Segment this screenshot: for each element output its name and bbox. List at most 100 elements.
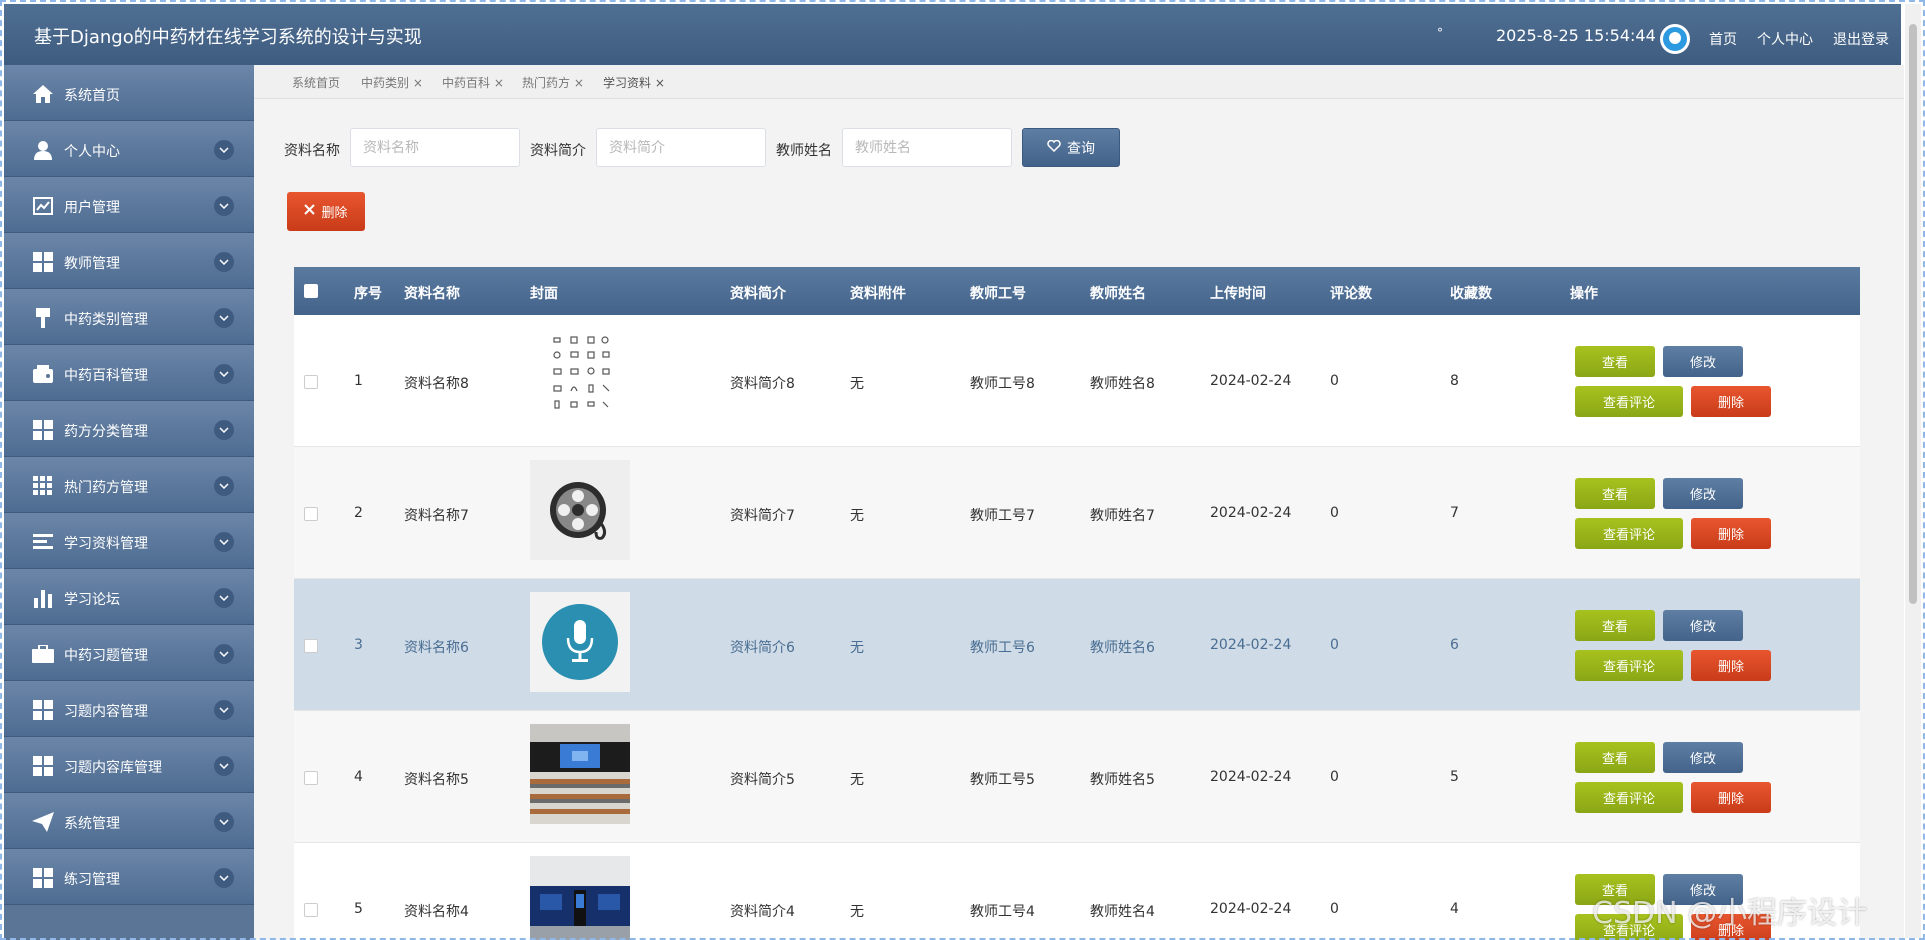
cell-attachment: 无: [850, 904, 864, 920]
sidebar-item-prescription-category[interactable]: 药方分类管理: [4, 401, 254, 457]
intro-search-label: 资料简介: [530, 143, 586, 159]
header-teacher-name: 教师姓名: [1090, 286, 1146, 302]
sidebar-item-teachers[interactable]: 教师管理: [4, 233, 254, 289]
sidebar-item-herb-wiki[interactable]: 中药百科管理: [4, 345, 254, 401]
sidebar-item-exercise-content[interactable]: 习题内容管理: [4, 681, 254, 737]
tab-study-materials[interactable]: 学习资料 ×: [603, 74, 665, 91]
wallet-icon: [32, 363, 54, 385]
chevron-down-icon[interactable]: [214, 140, 234, 160]
chevron-down-icon[interactable]: [214, 196, 234, 216]
view-comments-button[interactable]: 查看评论: [1575, 518, 1683, 549]
teacher-search-label: 教师姓名: [776, 143, 832, 159]
sidebar-item-herb-category[interactable]: 中药类别管理: [4, 289, 254, 345]
nav-profile-link[interactable]: 个人中心: [1757, 29, 1813, 49]
sidebar-item-label: 中药百科管理: [64, 368, 148, 384]
nav-logout-link[interactable]: 退出登录: [1833, 29, 1889, 49]
row-checkbox[interactable]: [304, 903, 318, 917]
sidebar-item-profile[interactable]: 个人中心: [4, 121, 254, 177]
view-button[interactable]: 查看: [1575, 478, 1655, 509]
nav-home-link[interactable]: 首页: [1709, 29, 1737, 49]
cell-name: 资料名称4: [404, 904, 469, 920]
tab-herb-category[interactable]: 中药类别 ×: [361, 74, 423, 91]
table-row[interactable]: 3 资料名称6 资料简介6 无 教师工号6 教师姓名6 2024-02-24 0…: [294, 579, 1860, 711]
vertical-scrollbar[interactable]: [1905, 4, 1921, 938]
view-button[interactable]: 查看: [1575, 742, 1655, 773]
sidebar-item-exercises[interactable]: 中药习题管理: [4, 625, 254, 681]
cell-no: 1: [354, 373, 363, 389]
sidebar-item-users[interactable]: 用户管理: [4, 177, 254, 233]
chevron-down-icon[interactable]: [214, 588, 234, 608]
select-all-checkbox[interactable]: [304, 284, 318, 298]
chevron-down-icon[interactable]: [214, 532, 234, 552]
tab-home[interactable]: 系统首页: [292, 74, 340, 91]
cell-teacher-name: 教师姓名7: [1090, 508, 1155, 524]
chevron-down-icon[interactable]: [214, 700, 234, 720]
chevron-down-icon[interactable]: [214, 812, 234, 832]
header-teacher-id: 教师工号: [970, 286, 1026, 302]
cell-no: 3: [354, 637, 363, 653]
cell-comments: 0: [1330, 769, 1339, 785]
chevron-down-icon[interactable]: [214, 644, 234, 664]
header-no: 序号: [354, 286, 382, 302]
table-row[interactable]: 1 资料名称8 资料简介8 无 教师工号8 教师姓名8 2024-02-24 0…: [294, 315, 1860, 447]
table-row[interactable]: 2 资料名称7 资料简介7 无 教师工号7 教师姓名7 2024-02-24 0…: [294, 447, 1860, 579]
view-comments-button[interactable]: 查看评论: [1575, 386, 1683, 417]
edit-button[interactable]: 修改: [1663, 742, 1743, 773]
intro-search-input[interactable]: [596, 128, 766, 167]
tab-herb-wiki[interactable]: 中药百科 ×: [442, 74, 504, 91]
chevron-down-icon[interactable]: [214, 420, 234, 440]
scrollbar-thumb[interactable]: [1909, 24, 1917, 604]
sidebar-item-hot-prescriptions[interactable]: 热门药方管理: [4, 457, 254, 513]
microphone-cover: [530, 592, 630, 692]
view-comments-button[interactable]: 查看评论: [1575, 650, 1683, 681]
delete-button[interactable]: 删除: [1691, 650, 1771, 681]
cell-intro: 资料简介4: [730, 904, 795, 920]
chevron-down-icon[interactable]: [214, 756, 234, 776]
top-header: 基于Django的中药材在线学习系统的设计与实现 ° 2025-8-25 15:…: [4, 4, 1901, 65]
edit-button[interactable]: 修改: [1663, 610, 1743, 641]
chevron-down-icon[interactable]: [214, 308, 234, 328]
cell-comments: 0: [1330, 901, 1339, 917]
table-row[interactable]: 4 资料名称5 资料简介5 无 教师工号5 教师姓名5 2024-02-24 0…: [294, 711, 1860, 843]
edit-button[interactable]: 修改: [1663, 478, 1743, 509]
chevron-down-icon[interactable]: [214, 476, 234, 496]
query-button[interactable]: 查询: [1022, 128, 1120, 167]
delete-button[interactable]: 删除: [1691, 518, 1771, 549]
view-comments-button[interactable]: 查看评论: [1575, 782, 1683, 813]
sidebar-item-label: 系统首页: [64, 88, 120, 104]
sidebar-item-label: 个人中心: [64, 144, 120, 160]
cell-upload-time: 2024-02-24: [1210, 373, 1292, 389]
row-checkbox[interactable]: [304, 771, 318, 785]
chevron-down-icon[interactable]: [214, 364, 234, 384]
batch-delete-button[interactable]: 删除: [287, 192, 365, 231]
row-checkbox[interactable]: [304, 507, 318, 521]
sidebar-item-home[interactable]: 系统首页: [4, 65, 254, 121]
chevron-down-icon[interactable]: [214, 252, 234, 272]
name-search-input[interactable]: [350, 128, 520, 167]
view-button[interactable]: 查看: [1575, 346, 1655, 377]
teacher-search-input[interactable]: [842, 128, 1012, 167]
sidebar-item-system[interactable]: 系统管理: [4, 793, 254, 849]
cell-intro: 资料简介7: [730, 508, 795, 524]
sidebar-item-label: 中药类别管理: [64, 312, 148, 328]
cell-upload-time: 2024-02-24: [1210, 901, 1292, 917]
sidebar-item-forum[interactable]: 学习论坛: [4, 569, 254, 625]
avatar[interactable]: [1660, 24, 1690, 54]
sidebar-item-study-materials[interactable]: 学习资料管理: [4, 513, 254, 569]
chevron-down-icon[interactable]: [214, 868, 234, 888]
close-icon: [304, 204, 316, 219]
edit-button[interactable]: 修改: [1663, 346, 1743, 377]
view-button[interactable]: 查看: [1575, 610, 1655, 641]
sidebar-item-exercise-library[interactable]: 习题内容库管理: [4, 737, 254, 793]
row-checkbox[interactable]: [304, 639, 318, 653]
tab-hot-prescriptions[interactable]: 热门药方 ×: [522, 74, 584, 91]
sidebar-item-practice[interactable]: 练习管理: [4, 849, 254, 905]
delete-button[interactable]: 删除: [1691, 386, 1771, 417]
batch-delete-label: 删除: [321, 206, 348, 221]
watermark: CSDN @小程序设计: [1592, 896, 1868, 931]
row-checkbox[interactable]: [304, 375, 318, 389]
header-upload-time: 上传时间: [1210, 286, 1266, 302]
briefcase-icon: [32, 643, 54, 665]
cell-attachment: 无: [850, 376, 864, 392]
delete-button[interactable]: 删除: [1691, 782, 1771, 813]
